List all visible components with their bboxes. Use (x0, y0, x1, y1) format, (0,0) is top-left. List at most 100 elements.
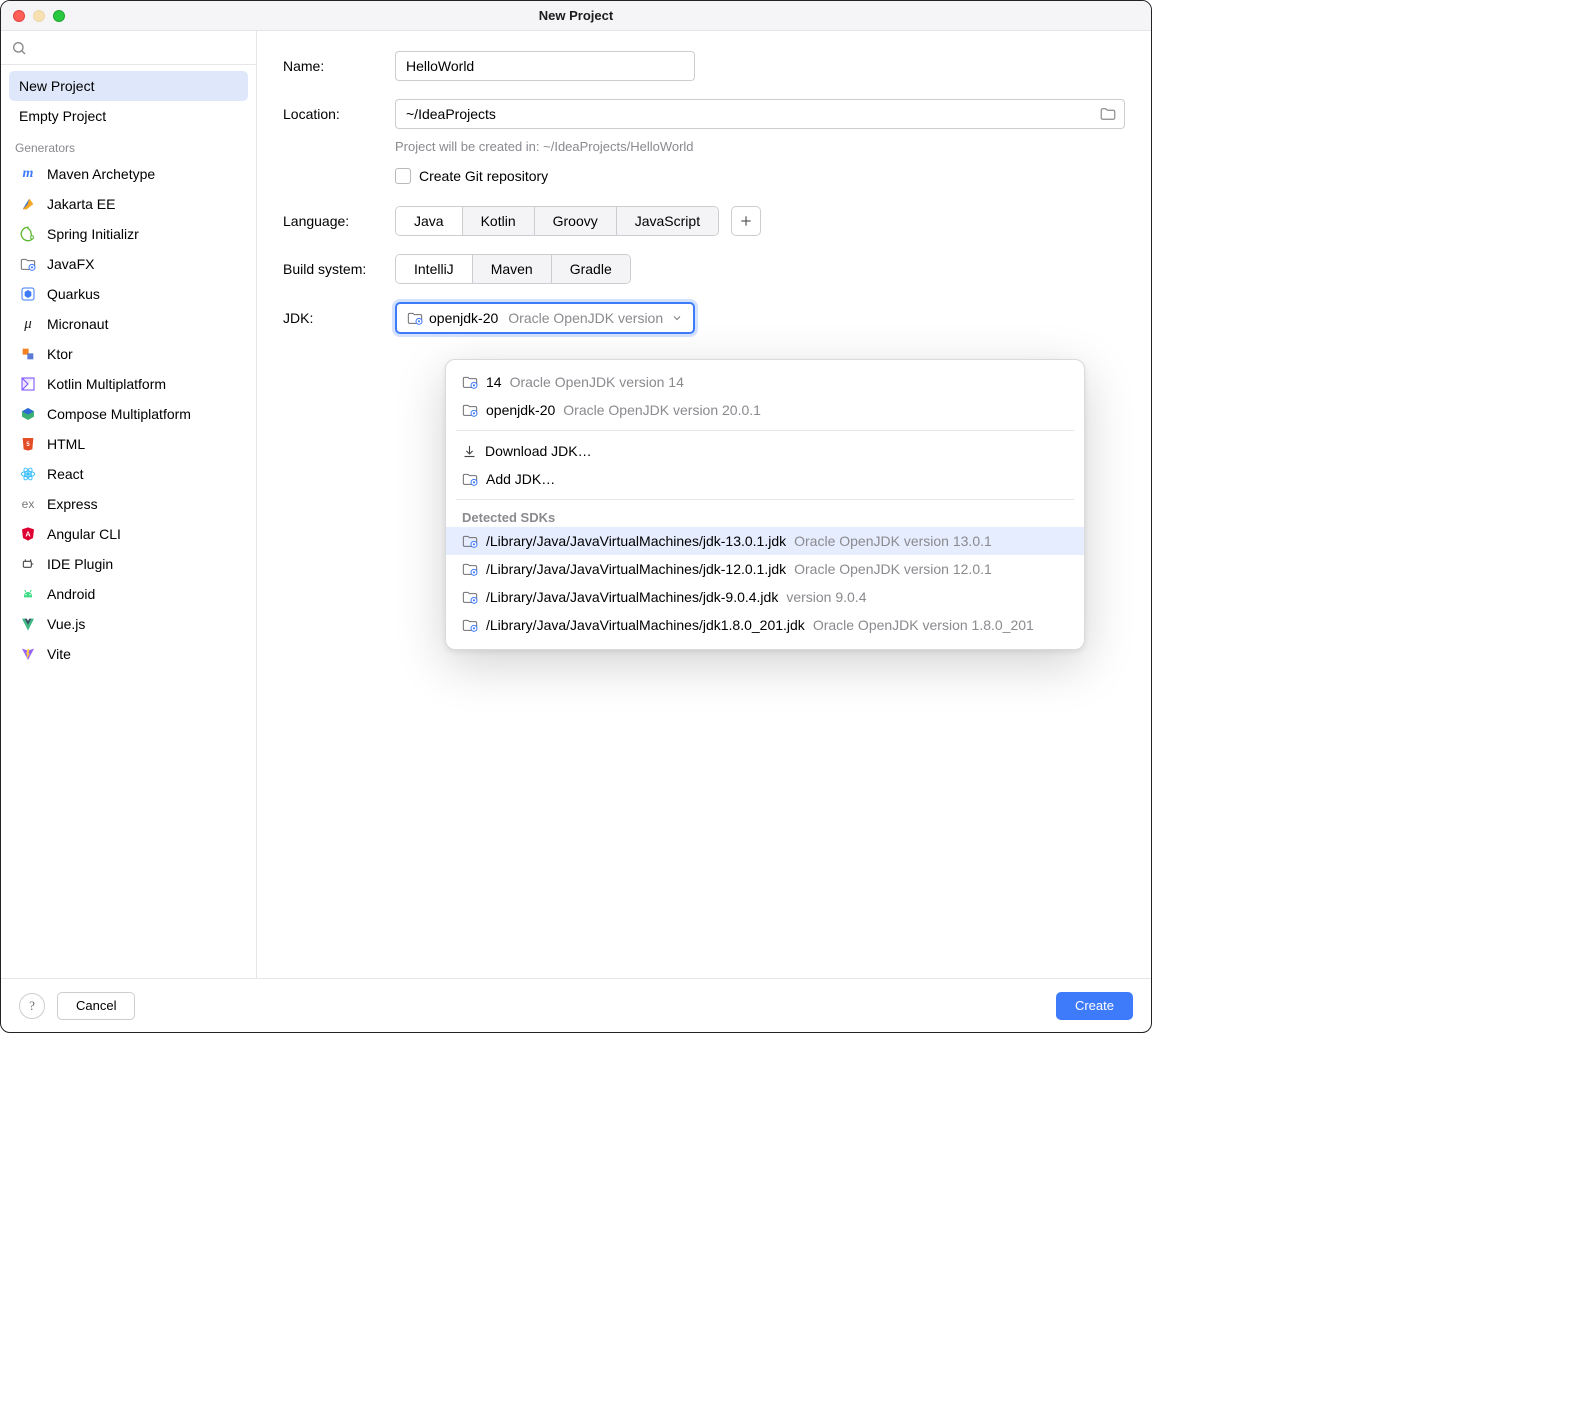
sidebar-search[interactable] (1, 31, 256, 65)
spring-icon (19, 225, 37, 243)
sidebar-item-quarkus[interactable]: Quarkus (9, 279, 248, 309)
html-icon: 5 (19, 435, 37, 453)
browse-location-button[interactable] (1097, 103, 1119, 125)
express-icon: ex (19, 495, 37, 513)
jdk-folder-icon (462, 618, 478, 632)
dropdown-separator (456, 430, 1074, 431)
chevron-down-icon (671, 312, 683, 324)
sidebar-item-label: Ktor (47, 346, 73, 362)
folder-icon (1099, 105, 1117, 123)
sidebar-item-jakarta-ee[interactable]: Jakarta EE (9, 189, 248, 219)
sidebar-item-empty-project[interactable]: Empty Project (9, 101, 248, 131)
sidebar-item-new-project[interactable]: New Project (9, 71, 248, 101)
titlebar: New Project (1, 1, 1151, 31)
angular-icon: A (19, 525, 37, 543)
jdk-add-item[interactable]: Add JDK… (446, 465, 1084, 493)
sidebar-list: New Project Empty Project Generators m Mav… (1, 65, 256, 978)
sidebar-item-express[interactable]: ex Express (9, 489, 248, 519)
sidebar-item-compose-multiplatform[interactable]: Compose Multiplatform (9, 399, 248, 429)
sidebar: New Project Empty Project Generators m Mav… (1, 31, 257, 978)
sidebar-item-angular-cli[interactable]: AAngular CLI (9, 519, 248, 549)
sidebar-item-label: Express (47, 496, 98, 512)
sidebar-item-label: Jakarta EE (47, 196, 115, 212)
sidebar-item-html[interactable]: 5HTML (9, 429, 248, 459)
minimize-window-button (33, 10, 45, 22)
location-hint: Project will be created in: ~/IdeaProjec… (395, 139, 1125, 154)
sidebar-item-vite[interactable]: Vite (9, 639, 248, 669)
location-input[interactable] (395, 99, 1125, 129)
sidebar-item-label: Compose Multiplatform (47, 406, 191, 422)
create-button[interactable]: Create (1056, 992, 1133, 1020)
jdk-dropdown: 14Oracle OpenJDK version 14openjdk-20Ora… (445, 359, 1085, 650)
jdk-folder-icon (462, 534, 478, 548)
jdk-selected-desc: Oracle OpenJDK version (508, 310, 665, 326)
sidebar-item-kotlin-multiplatform[interactable]: Kotlin Multiplatform (9, 369, 248, 399)
cancel-button[interactable]: Cancel (57, 992, 135, 1020)
build-label: Build system: (283, 261, 395, 277)
language-label: Language: (283, 213, 395, 229)
sidebar-item-javafx[interactable]: JavaFX (9, 249, 248, 279)
sidebar-item-ide-plugin[interactable]: IDE Plugin (9, 549, 248, 579)
react-icon (19, 465, 37, 483)
sidebar-item-label: Empty Project (19, 108, 106, 124)
language-option-groovy[interactable]: Groovy (535, 207, 617, 235)
language-segmented: JavaKotlinGroovyJavaScript (395, 206, 719, 236)
vite-icon (19, 645, 37, 663)
jdk-option[interactable]: 14Oracle OpenJDK version 14 (446, 368, 1084, 396)
jdk-detected-option[interactable]: /Library/Java/JavaVirtualMachines/jdk-9.… (446, 583, 1084, 611)
jdk-detected-option[interactable]: /Library/Java/JavaVirtualMachines/jdk1.8… (446, 611, 1084, 639)
name-label: Name: (283, 58, 395, 74)
kotlin-icon (19, 375, 37, 393)
dialog-footer: ? Cancel Create (1, 978, 1151, 1032)
language-option-java[interactable]: Java (396, 207, 463, 235)
jdk-folder-icon (462, 472, 478, 486)
location-label: Location: (283, 106, 395, 122)
add-language-button[interactable] (731, 206, 761, 236)
sidebar-item-react[interactable]: React (9, 459, 248, 489)
form-panel: Name: Location: Project will be created … (257, 31, 1151, 978)
build-option-maven[interactable]: Maven (473, 255, 552, 283)
sidebar-item-label: Maven Archetype (47, 166, 155, 182)
window-title: New Project (1, 8, 1151, 23)
sidebar-item-maven-archetype[interactable]: m Maven Archetype (9, 159, 248, 189)
new-project-dialog: New Project New Project Empty Project Gen… (0, 0, 1152, 1033)
build-option-gradle[interactable]: Gradle (552, 255, 630, 283)
sidebar-section-generators: Generators (9, 131, 248, 159)
sidebar-item-label: Quarkus (47, 286, 100, 302)
close-window-button[interactable] (13, 10, 25, 22)
ideplugin-icon (19, 555, 37, 573)
sidebar-item-android[interactable]: Android (9, 579, 248, 609)
dialog-body: New Project Empty Project Generators m Mav… (1, 31, 1151, 978)
maven-icon: m (19, 165, 37, 183)
quarkus-icon (19, 285, 37, 303)
help-button[interactable]: ? (19, 993, 45, 1019)
search-icon (11, 40, 27, 56)
sidebar-item-spring-initializr[interactable]: Spring Initializr (9, 219, 248, 249)
sidebar-item-label: React (47, 466, 84, 482)
jdk-detected-option[interactable]: /Library/Java/JavaVirtualMachines/jdk-12… (446, 555, 1084, 583)
sidebar-item-label: JavaFX (47, 256, 94, 272)
sidebar-item-label: Android (47, 586, 95, 602)
language-option-javascript[interactable]: JavaScript (617, 207, 718, 235)
jdk-detected-option[interactable]: /Library/Java/JavaVirtualMachines/jdk-13… (446, 527, 1084, 555)
sidebar-item-label: Kotlin Multiplatform (47, 376, 166, 392)
name-input[interactable] (395, 51, 695, 81)
ktor-icon (19, 345, 37, 363)
sidebar-item-micronaut[interactable]: μMicronaut (9, 309, 248, 339)
sidebar-item-label: Spring Initializr (47, 226, 139, 242)
zoom-window-button[interactable] (53, 10, 65, 22)
build-option-intellij[interactable]: IntelliJ (396, 255, 473, 283)
row-location: Location: (283, 99, 1125, 129)
sidebar-item-vue-js[interactable]: Vue.js (9, 609, 248, 639)
svg-text:A: A (25, 530, 31, 539)
git-checkbox-label: Create Git repository (419, 168, 548, 184)
jdk-option[interactable]: openjdk-20Oracle OpenJDK version 20.0.1 (446, 396, 1084, 424)
jdk-select[interactable]: openjdk-20 Oracle OpenJDK version (395, 302, 695, 334)
sidebar-item-ktor[interactable]: Ktor (9, 339, 248, 369)
android-icon (19, 585, 37, 603)
git-checkbox[interactable] (395, 168, 411, 184)
jdk-folder-icon (462, 590, 478, 604)
jakarta-icon (19, 195, 37, 213)
language-option-kotlin[interactable]: Kotlin (463, 207, 535, 235)
jdk-download-item[interactable]: Download JDK… (446, 437, 1084, 465)
